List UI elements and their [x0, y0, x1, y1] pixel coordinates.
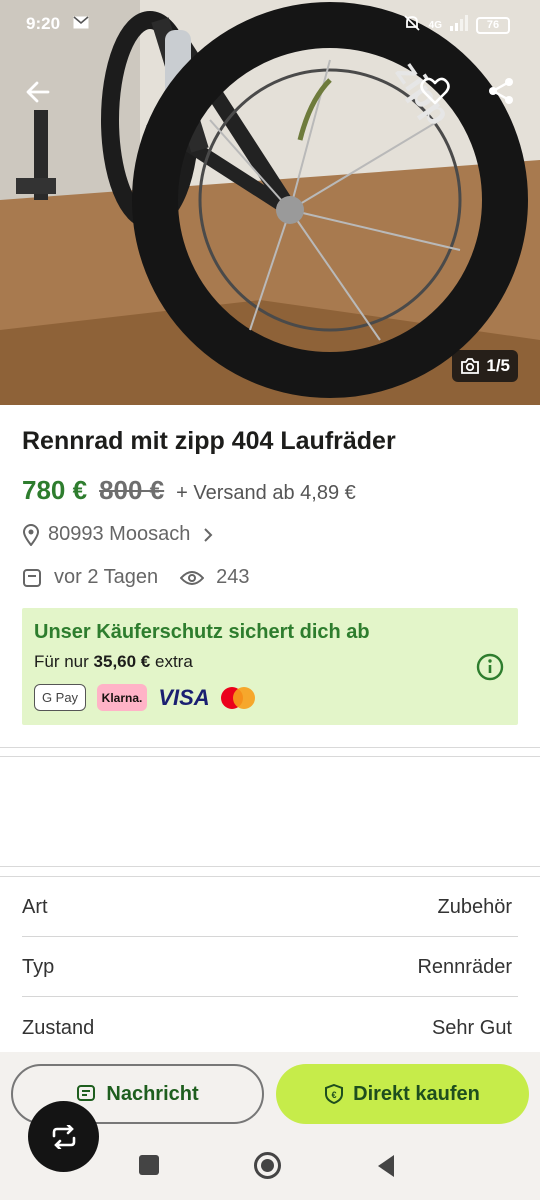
calendar-icon: [23, 568, 41, 587]
google-pay-logo: G Pay: [34, 684, 86, 711]
svg-text:€: €: [332, 1090, 337, 1100]
attribute-value: Zubehör: [437, 895, 513, 918]
camera-icon: [461, 358, 480, 374]
section-divider: [0, 747, 540, 748]
protection-prefix: Für nur: [34, 652, 89, 671]
buyer-protection-banner[interactable]: Unser Käuferschutz sichert dich ab Für n…: [22, 608, 518, 725]
protection-suffix: extra: [155, 652, 193, 671]
location-pin-icon: [22, 523, 40, 546]
attribute-key: Zustand: [22, 1016, 95, 1039]
recents-button[interactable]: [139, 1155, 159, 1175]
arrow-left-icon: [26, 81, 50, 103]
chevron-right-icon: [204, 527, 213, 542]
home-button[interactable]: [254, 1152, 281, 1179]
listing-title: Rennrad mit zipp 404 Laufräder: [22, 427, 396, 455]
klarna-logo: Klarna.: [97, 684, 147, 711]
section-divider: [0, 756, 540, 757]
chat-icon: [77, 1085, 96, 1101]
attribute-value: Sehr Gut: [431, 1016, 512, 1039]
section-divider: [0, 866, 540, 867]
location-link[interactable]: 80993 Moosach: [22, 523, 214, 546]
status-bar: 9:20 4G 76: [0, 0, 540, 50]
shield-euro-icon: €: [325, 1084, 344, 1104]
posted-date: vor 2 Tagen: [54, 566, 159, 588]
protection-fee: Für nur 35,60 € extra: [34, 652, 193, 672]
location-text: 80993 Moosach: [48, 523, 191, 545]
visa-logo: VISA: [158, 684, 210, 710]
buy-now-label: Direkt kaufen: [353, 1082, 480, 1105]
attribute-key: Art: [22, 895, 48, 918]
back-nav-button[interactable]: [376, 1154, 396, 1183]
shipping-cost: + Versand ab 4,89 €: [176, 482, 356, 504]
status-time: 9:20: [26, 14, 61, 33]
row-divider: [22, 996, 518, 997]
view-count: 243: [216, 566, 250, 588]
protection-amount: 35,60 €: [93, 652, 151, 671]
attribute-row: Art Zubehör: [22, 877, 518, 937]
network-label: 4G: [428, 20, 442, 31]
current-price: 780 €: [22, 475, 88, 505]
eye-icon: [180, 570, 205, 585]
info-icon[interactable]: [476, 653, 504, 686]
buy-now-button[interactable]: € Direkt kaufen: [276, 1064, 529, 1124]
favorite-button[interactable]: [415, 71, 455, 111]
battery-indicator: 76: [476, 17, 510, 34]
attribute-row: Zustand Sehr Gut: [22, 998, 518, 1058]
triangle-back-icon: [378, 1155, 394, 1177]
mail-icon: [73, 16, 89, 34]
message-button-label: Nachricht: [106, 1082, 199, 1105]
repeat-icon: [52, 1124, 75, 1149]
photo-counter: 1/5: [452, 350, 518, 382]
attribute-value: Rennräder: [417, 955, 512, 978]
mastercard-logo: [218, 684, 258, 711]
old-price: 800 €: [99, 475, 165, 505]
attribute-row: Typ Rennräder: [22, 937, 518, 997]
back-button[interactable]: [18, 72, 58, 112]
bike-photo: zipp: [0, 0, 540, 405]
share-icon: [489, 78, 513, 104]
attribute-key: Typ: [22, 955, 55, 978]
listing-photo[interactable]: zipp: [0, 0, 540, 405]
heart-icon: [420, 77, 450, 105]
floating-action-button[interactable]: [28, 1101, 99, 1172]
share-button[interactable]: [481, 71, 521, 111]
photo-counter-text: 1/5: [486, 356, 510, 375]
listing-meta: vor 2 Tagen 243: [22, 566, 250, 589]
signal-icon: [450, 15, 468, 36]
mute-icon: [403, 14, 421, 37]
protection-heading: Unser Käuferschutz sichert dich ab: [34, 621, 370, 643]
price-row: 780 € 800 € + Versand ab 4,89 €: [22, 475, 356, 506]
